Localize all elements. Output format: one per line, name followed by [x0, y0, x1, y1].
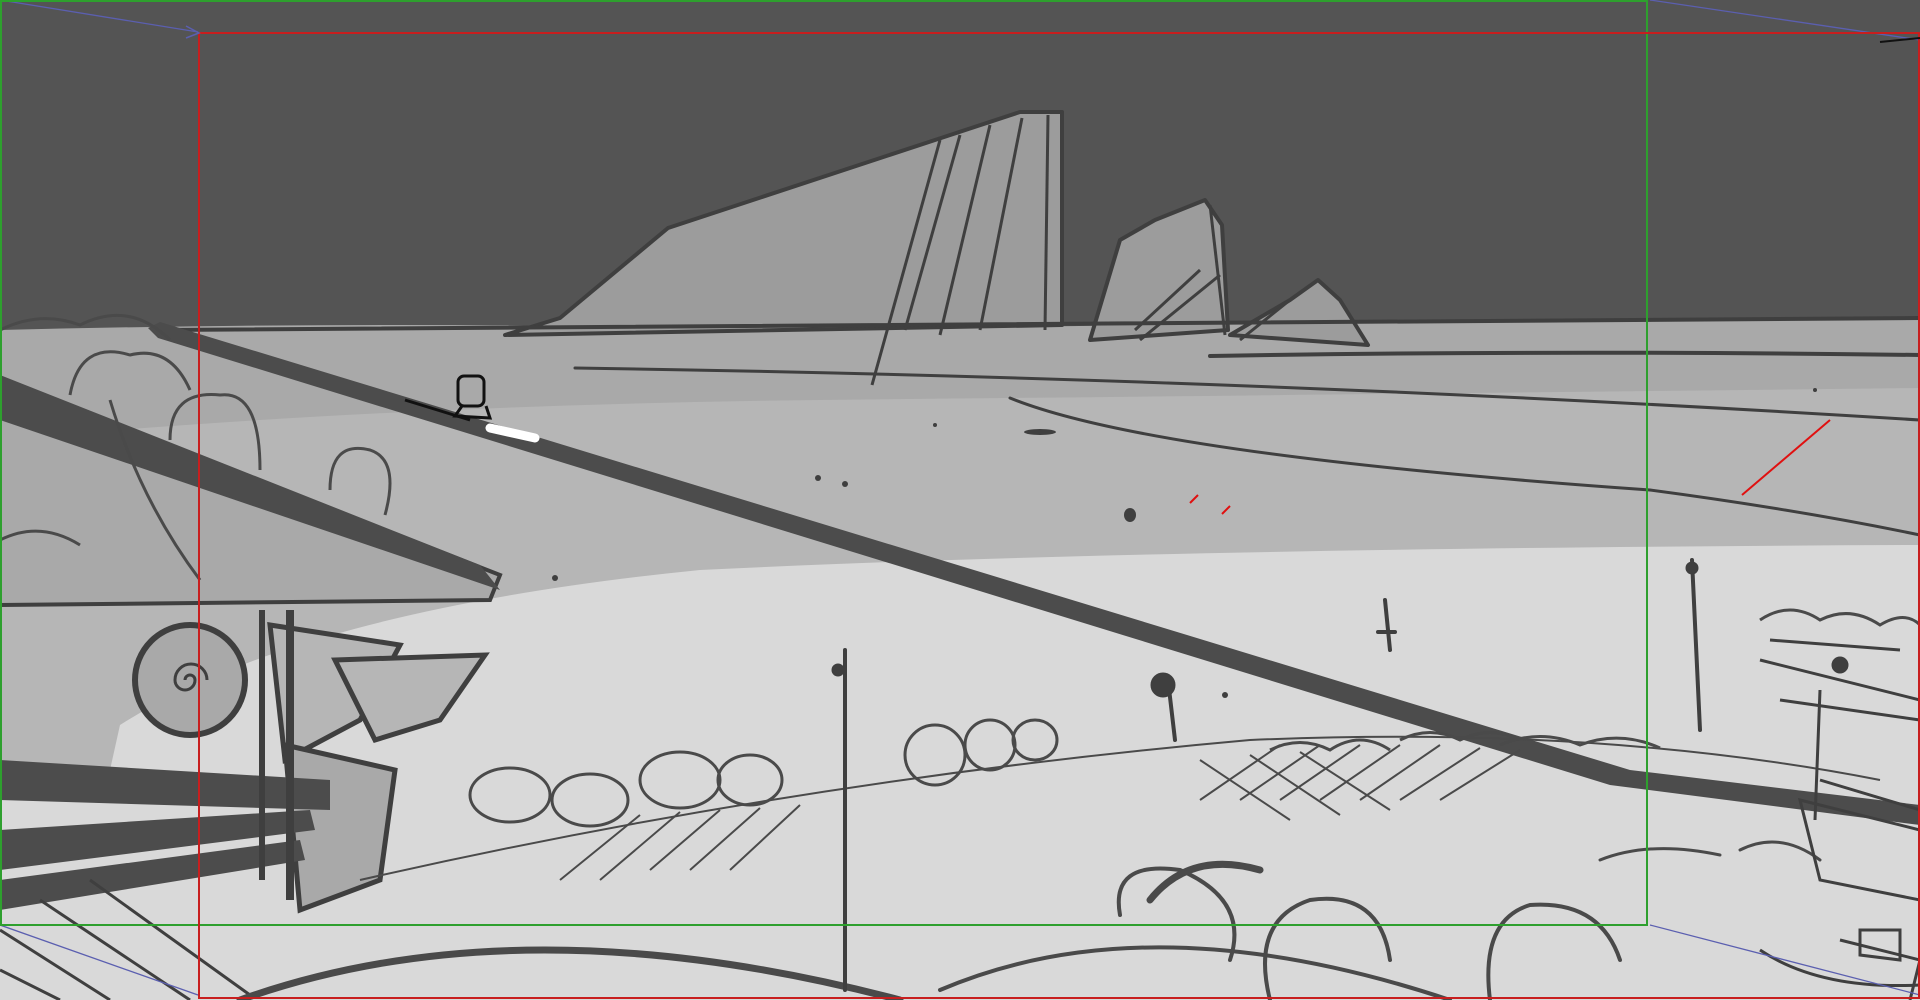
- spiral-wheel: [132, 622, 248, 738]
- storyboard-canvas[interactable]: [0, 0, 1920, 1000]
